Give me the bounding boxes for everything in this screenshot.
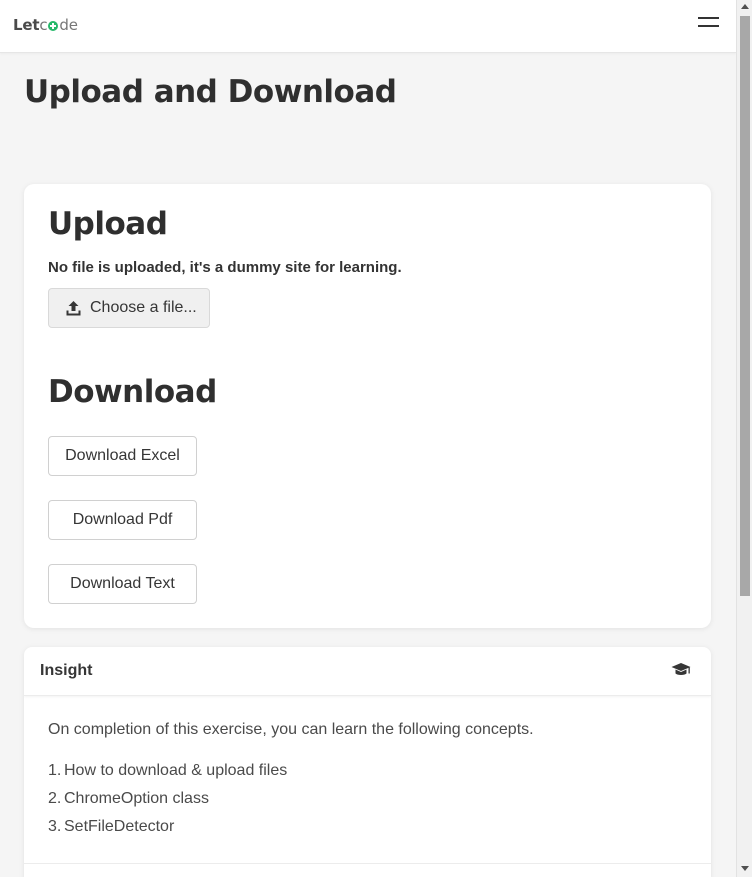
insight-card: Insight On completion of this exercise, … <box>24 647 711 877</box>
list-item: 1. How to download & upload files <box>48 761 287 789</box>
scroll-up-arrow-icon[interactable] <box>741 4 749 9</box>
upload-note: No file is uploaded, it's a dummy site f… <box>48 259 402 276</box>
logo-de: de <box>59 16 78 34</box>
concepts-list: 1. How to download & upload files 2. Chrom… <box>48 761 287 845</box>
list-number: 1. <box>48 762 62 779</box>
list-number: 3. <box>48 818 62 835</box>
choose-file-button[interactable]: Choose a file... <box>48 288 210 328</box>
download-text-button[interactable]: Download Text <box>48 564 197 604</box>
insight-title: Insight <box>40 662 93 679</box>
vertical-scrollbar[interactable] <box>736 0 752 877</box>
menu-icon[interactable] <box>698 17 719 29</box>
download-pdf-button[interactable]: Download Pdf <box>48 500 197 540</box>
logo-let: Let <box>13 16 40 34</box>
list-item: 2. ChromeOption class <box>48 789 287 817</box>
insight-divider <box>24 863 711 864</box>
scrollbar-thumb[interactable] <box>740 16 750 596</box>
choose-file-label: Choose a file... <box>90 299 197 316</box>
page-title: Upload and Download <box>24 74 397 110</box>
list-item: 3. SetFileDetector <box>48 817 287 845</box>
list-text: How to download & upload files <box>64 762 288 779</box>
download-heading: Download <box>48 374 217 410</box>
list-number: 2. <box>48 790 62 807</box>
logo-c: c <box>39 16 48 34</box>
logo-plus-icon <box>48 21 59 31</box>
upload-heading: Upload <box>48 206 168 242</box>
scroll-down-arrow-icon[interactable] <box>741 866 749 871</box>
upload-download-card: Upload No file is uploaded, it's a dummy… <box>24 184 711 628</box>
graduation-cap-icon[interactable] <box>671 662 691 678</box>
page-viewport: Let c de Upload and Download Upload No fil… <box>0 0 736 877</box>
upload-icon <box>66 300 81 315</box>
navbar: Let c de <box>0 0 736 53</box>
insight-header[interactable]: Insight <box>24 647 711 696</box>
brand-logo[interactable]: Let c de <box>13 16 78 34</box>
list-text: SetFileDetector <box>64 818 175 835</box>
list-text: ChromeOption class <box>64 790 209 807</box>
download-excel-button[interactable]: Download Excel <box>48 436 197 476</box>
insight-intro: On completion of this exercise, you can … <box>48 721 534 738</box>
